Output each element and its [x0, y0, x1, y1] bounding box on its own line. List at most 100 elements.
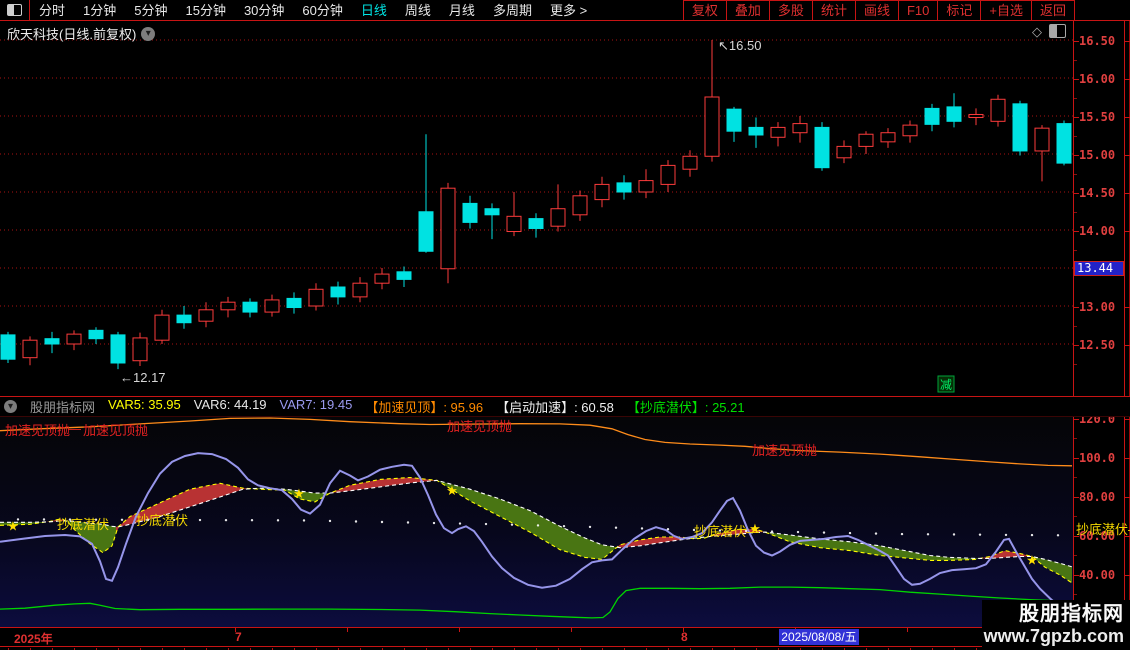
ribbon-fall-fill — [1032, 556, 1072, 583]
bottom-ruler[interactable] — [0, 646, 1130, 650]
candle-body — [837, 146, 851, 157]
candle-body — [463, 203, 477, 222]
candle-body — [23, 340, 37, 357]
period-tab[interactable]: 30分钟 — [235, 1, 293, 20]
indicator-field: VAR5: 35.95 — [108, 397, 181, 416]
candle-body — [573, 196, 587, 215]
launch-dot — [225, 519, 227, 521]
main-chart-panel[interactable]: ↖16.50←12.17减 欣天科技(日线.前复权) ▾ ◇ — [0, 21, 1073, 396]
candle-body — [331, 287, 345, 297]
launch-dot — [953, 533, 955, 535]
period-tab[interactable]: 60分钟 — [293, 1, 351, 20]
candle-body — [199, 310, 213, 321]
drift-label: 抄底潜伏— — [1076, 522, 1130, 537]
launch-dot — [823, 531, 825, 533]
period-tab[interactable]: 月线 — [440, 1, 484, 20]
candle-body — [1, 335, 15, 359]
time-axis[interactable]: 2025年 2025/08/08/五 78 — [0, 627, 1130, 646]
launch-dot — [485, 523, 487, 525]
candle-body — [617, 183, 631, 192]
launch-dot — [849, 532, 851, 534]
candle-body — [177, 315, 191, 323]
candle-body — [133, 338, 147, 361]
candle-body — [683, 156, 697, 169]
candle-body — [441, 188, 455, 269]
tool-button[interactable]: 多股 — [769, 0, 813, 21]
indicator-panel[interactable]: 加速见顶抛—加速见顶抛加速见顶抛加速见顶抛抄底潜伏抄底潜伏抄底潜伏—抄底潜伏—★… — [0, 417, 1073, 627]
period-tab[interactable]: 更多 > — [541, 1, 596, 20]
tool-button[interactable]: 标记 — [937, 0, 981, 21]
price-annotation: ↖16.50 — [718, 38, 761, 53]
price-tick-label: 14.50 — [1079, 186, 1123, 200]
price-annotation: ←12.17 — [120, 370, 166, 385]
candle-body — [1035, 128, 1049, 151]
price-tick-mark — [1125, 307, 1130, 308]
period-tab[interactable]: 15分钟 — [176, 1, 234, 20]
launch-dot — [771, 530, 773, 532]
tool-button[interactable]: 复权 — [683, 0, 727, 21]
launch-dot — [667, 528, 669, 530]
candle-body — [991, 99, 1005, 121]
chart-corner-icons: ◇ — [1032, 24, 1066, 38]
candle-body — [529, 219, 543, 229]
candle-body — [375, 274, 389, 283]
indicator-field: 【抄底潜伏】: 25.21 — [627, 397, 745, 416]
launch-dot — [121, 519, 123, 521]
watermark-site-name: 股朋指标网 — [982, 602, 1124, 626]
price-minor-tick — [1074, 98, 1077, 99]
period-tab[interactable]: 5分钟 — [125, 1, 176, 20]
candle-body — [903, 125, 917, 136]
launch-dot — [615, 526, 617, 528]
tool-button[interactable]: F10 — [898, 0, 938, 21]
launch-dot — [797, 531, 799, 533]
price-minor-tick — [1074, 364, 1077, 365]
candle-body — [705, 97, 719, 156]
price-tick-mark — [1074, 231, 1079, 232]
signal-star-icon: ★ — [7, 518, 19, 533]
candle-body — [419, 212, 433, 252]
diamond-icon[interactable]: ◇ — [1032, 25, 1042, 38]
price-minor-tick — [1074, 250, 1077, 251]
launch-dot — [355, 520, 357, 522]
period-tab[interactable]: 日线 — [352, 1, 396, 20]
candlestick-chart[interactable]: ↖16.50←12.17减 — [0, 21, 1073, 396]
period-tab[interactable]: 1分钟 — [74, 1, 125, 20]
price-tick-mark — [1125, 193, 1130, 194]
tool-button[interactable]: +自选 — [980, 0, 1032, 21]
time-tick-mark — [571, 628, 572, 632]
tool-button[interactable]: 返回 — [1031, 0, 1075, 21]
price-tick-mark — [1125, 117, 1130, 118]
candle-body — [265, 300, 279, 312]
launch-dot — [927, 533, 929, 535]
bottom-hunt-line — [0, 587, 1072, 618]
tool-button[interactable]: 统计 — [812, 0, 856, 21]
layout-split-icon[interactable] — [1049, 24, 1066, 38]
drift-label: 加速见顶抛 — [752, 443, 817, 458]
candle-body — [925, 108, 939, 124]
last-price-tag: 13.44 — [1074, 261, 1124, 276]
period-tab[interactable]: 多周期 — [484, 1, 541, 20]
candle-body — [815, 127, 829, 167]
indicator-header: ▾ 股朋指标网 VAR5: 35.95VAR6: 44.19VAR7: 19.4… — [0, 396, 1130, 417]
period-tab[interactable]: 周线 — [396, 1, 440, 20]
ribbon-fall-fill — [436, 480, 616, 559]
price-tick-label: 12.50 — [1079, 338, 1123, 352]
candle-body — [89, 330, 103, 338]
layout-split-icon[interactable] — [7, 4, 22, 16]
candle-body — [551, 209, 565, 226]
price-minor-tick — [1074, 60, 1077, 61]
tool-button[interactable]: 叠加 — [726, 0, 770, 21]
period-tab[interactable]: 分时 — [30, 1, 74, 20]
candle-body — [881, 133, 895, 142]
tool-button[interactable]: 画线 — [855, 0, 899, 21]
price-tick-mark — [1125, 79, 1130, 80]
launch-dot — [979, 533, 981, 535]
chevron-down-icon[interactable]: ▾ — [141, 27, 155, 41]
signal-star-icon: ★ — [1026, 552, 1038, 567]
month-label: 7 — [235, 630, 242, 644]
price-tick-mark — [1125, 155, 1130, 156]
accel-top-line — [0, 418, 1072, 466]
chevron-down-icon[interactable]: ▾ — [4, 400, 17, 413]
price-tick-mark — [1074, 117, 1079, 118]
indicator-chart[interactable]: 加速见顶抛—加速见顶抛加速见顶抛加速见顶抛抄底潜伏抄底潜伏抄底潜伏—抄底潜伏—★… — [0, 417, 1130, 627]
